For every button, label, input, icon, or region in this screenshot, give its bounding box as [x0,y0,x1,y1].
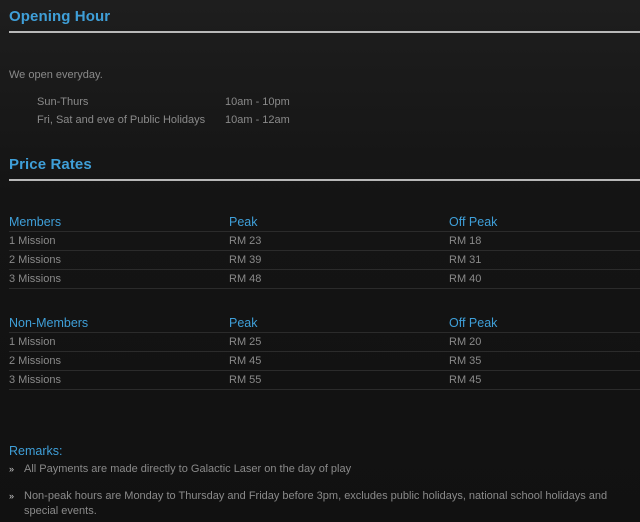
opening-hours-1: 10am - 10pm [225,96,290,108]
offpeak-price: RM 20 [449,336,482,348]
double-chevron-right-icon: » [9,464,14,474]
mission-label: 1 Mission [9,235,56,247]
offpeak-price: RM 40 [449,273,482,285]
non-members-table-header: Non-Members Peak Off Peak [9,315,640,333]
non-members-header-label: Non-Members [9,316,89,330]
opening-intro: We open everyday. [9,69,103,81]
offpeak-price: RM 45 [449,374,482,386]
peak-price: RM 45 [229,355,262,367]
members-header-label: Members [9,215,62,229]
peak-price: RM 48 [229,273,262,285]
offpeak-price: RM 18 [449,235,482,247]
non-members-header-peak: Peak [229,316,258,330]
opening-hour-divider [9,31,640,33]
non-members-header-offpeak: Off Peak [449,316,498,330]
remark-item: » All Payments are made directly to Gala… [9,462,637,477]
non-members-price-table: Non-Members Peak Off Peak 1 Mission RM 2… [9,315,640,390]
peak-price: RM 25 [229,336,262,348]
mission-label: 3 Missions [9,273,61,285]
table-row: 2 Missions RM 45 RM 35 [9,352,640,371]
remark-text: All Payments are made directly to Galact… [24,463,352,475]
members-price-table: Members Peak Off Peak 1 Mission RM 23 RM… [9,214,640,289]
price-rates-divider [9,179,640,181]
members-header-offpeak: Off Peak [449,215,498,229]
offpeak-price: RM 35 [449,355,482,367]
mission-label: 1 Mission [9,336,56,348]
table-row: 1 Mission RM 25 RM 20 [9,333,640,352]
members-header-peak: Peak [229,215,258,229]
mission-label: 2 Missions [9,355,61,367]
opening-hour-title: Opening Hour [9,8,111,25]
mission-label: 3 Missions [9,374,61,386]
remark-text: Non-peak hours are Monday to Thursday an… [24,490,608,517]
table-row: 3 Missions RM 48 RM 40 [9,270,640,289]
mission-label: 2 Missions [9,254,61,266]
price-rates-title: Price Rates [9,156,92,173]
table-row: 3 Missions RM 55 RM 45 [9,371,640,390]
double-chevron-right-icon: » [9,491,14,501]
table-row: 2 Missions RM 39 RM 31 [9,251,640,270]
table-row: 1 Mission RM 23 RM 18 [9,232,640,251]
opening-days-2: Fri, Sat and eve of Public Holidays [37,114,206,126]
opening-days-1: Sun-Thurs [37,96,89,108]
remark-item: » Non-peak hours are Monday to Thursday … [9,489,637,519]
opening-hours-2: 10am - 12am [225,114,290,126]
peak-price: RM 23 [229,235,262,247]
remarks-title: Remarks: [9,444,63,458]
offpeak-price: RM 31 [449,254,482,266]
peak-price: RM 55 [229,374,262,386]
peak-price: RM 39 [229,254,262,266]
members-table-header: Members Peak Off Peak [9,214,640,232]
